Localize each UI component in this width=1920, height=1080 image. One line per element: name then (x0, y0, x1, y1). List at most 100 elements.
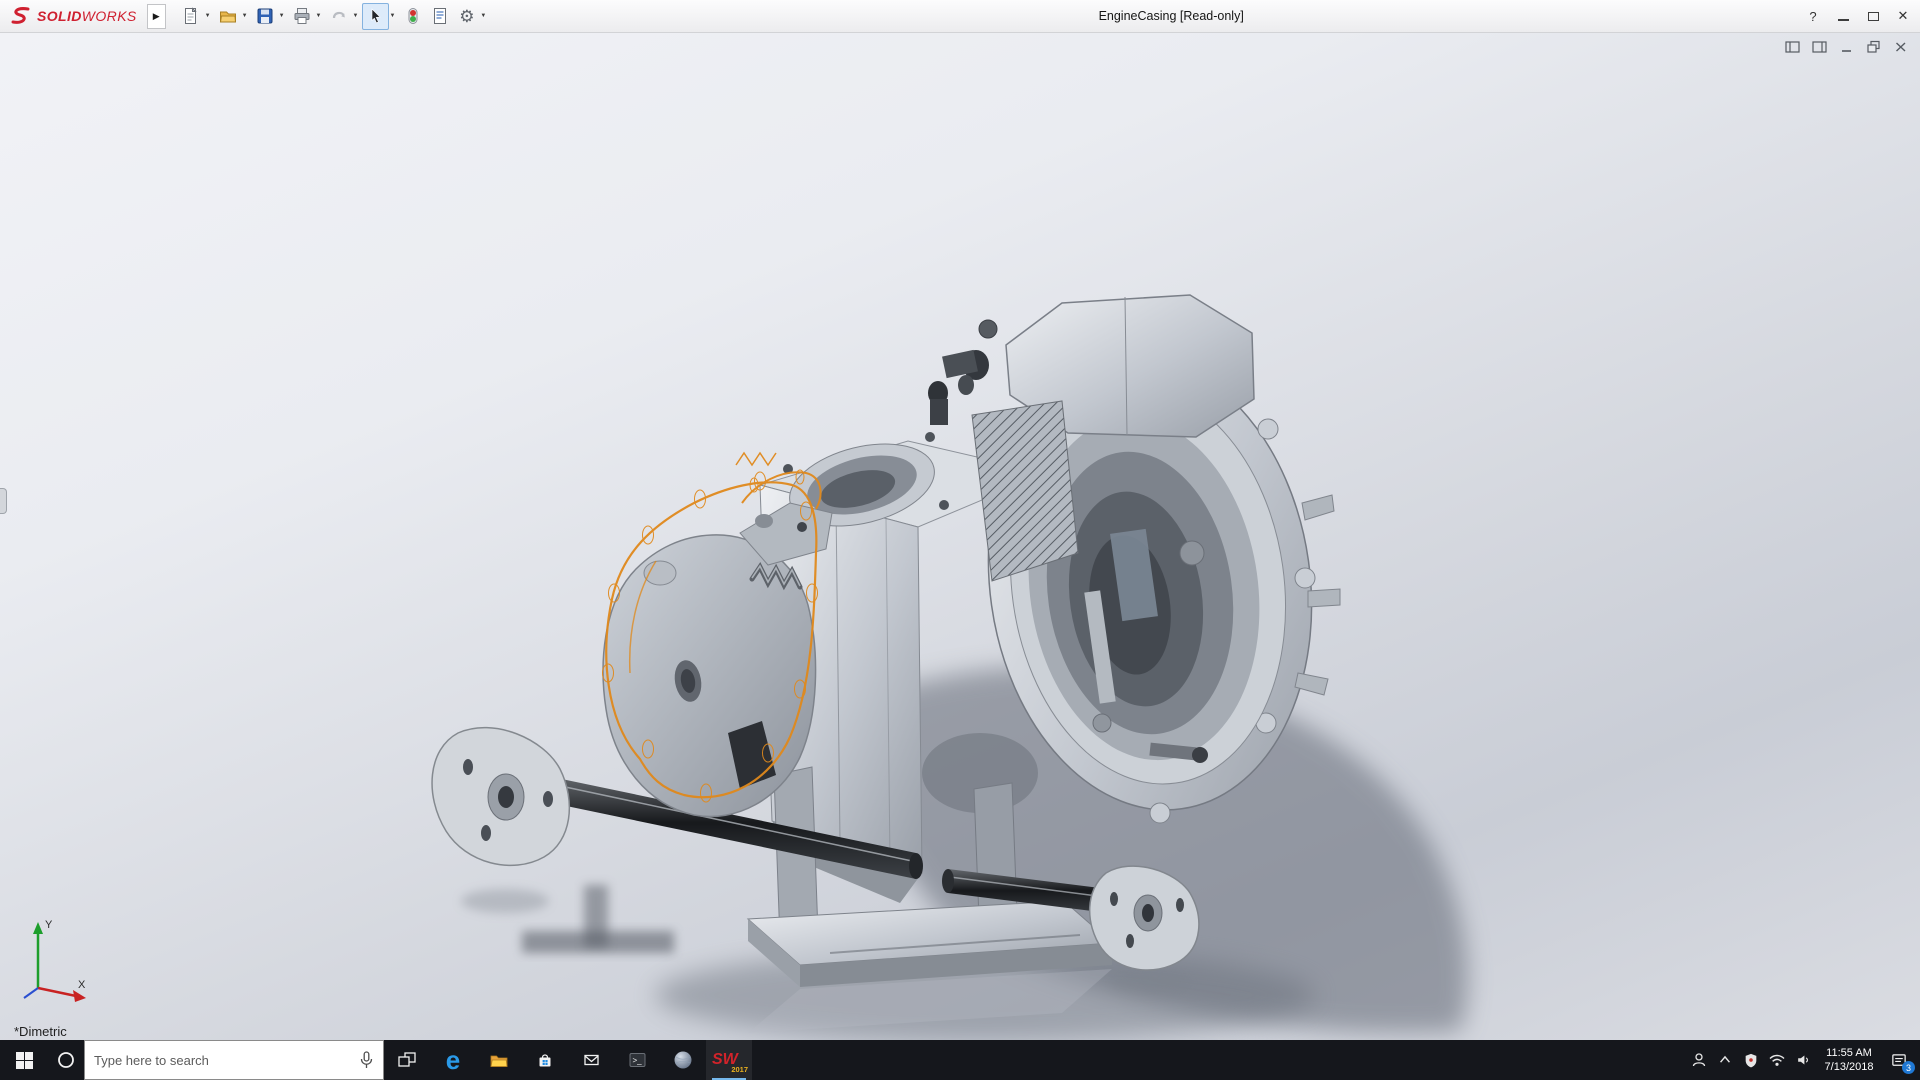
menu-flyout-button[interactable]: ▶ (146, 3, 166, 29)
y-axis-arrow (33, 922, 43, 934)
network-button[interactable] (1764, 1040, 1790, 1080)
cortana-button[interactable] (48, 1040, 84, 1080)
featuremanager-collapse-handle[interactable] (0, 488, 7, 514)
solidworks-app-button[interactable]: SW 2017 (706, 1040, 752, 1080)
windows-logo-icon (15, 1051, 33, 1069)
standard-toolbar: ▼ ▼ ▼ ▼ ▼ ▼ ⚙ ▼ (178, 2, 491, 30)
store-bag-icon (539, 1054, 551, 1067)
clock-time: 11:55 AM (1826, 1046, 1872, 1059)
chevron-up-icon (1720, 1055, 1730, 1063)
store-button[interactable] (522, 1040, 568, 1080)
shield-icon (1745, 1053, 1757, 1067)
view-orientation-label: *Dimetric (14, 1024, 67, 1039)
new-document-icon (185, 7, 197, 24)
cortana-ring-icon (58, 1052, 74, 1068)
orientation-triad: Y X (23, 919, 86, 1002)
document-title: EngineCasing [Read-only] (1098, 9, 1244, 23)
titlebar: SOLIDWORKS ▶ ▼ ▼ ▼ ▼ ▼ ▼ ⚙ ▼ EngineCasin… (0, 0, 1920, 33)
help-icon: ? (1809, 8, 1817, 24)
volume-icon (1797, 1055, 1808, 1065)
solidworks-logo: SOLIDWORKS (0, 6, 147, 26)
search-input[interactable] (94, 1052, 359, 1068)
gear-icon: ⚙ (459, 6, 475, 26)
taskbar-clock[interactable]: 11:55 AM 7/13/2018 (1816, 1040, 1882, 1080)
cad-sphere-button[interactable] (660, 1040, 706, 1080)
z-axis-arrow (23, 987, 39, 999)
mail-icon (583, 1054, 599, 1066)
people-icon (1692, 1053, 1706, 1067)
maximize-button[interactable] (1858, 3, 1888, 30)
file-explorer-button[interactable] (476, 1040, 522, 1080)
doc-close-icon[interactable] (1892, 39, 1910, 55)
y-axis-label: Y (45, 919, 53, 931)
doc-minimize-icon[interactable] (1838, 39, 1856, 55)
minimize-icon (1837, 19, 1849, 21)
system-tray: 11:55 AM 7/13/2018 3 (1686, 1040, 1920, 1080)
print-button[interactable] (289, 3, 316, 30)
command-prompt-button[interactable]: >_ (614, 1040, 660, 1080)
command-prompt-icon: >_ (629, 1053, 645, 1067)
security-button[interactable] (1738, 1040, 1764, 1080)
close-button[interactable]: ✕ (1888, 3, 1918, 30)
notification-badge: 3 (1902, 1061, 1915, 1074)
maximize-icon (1867, 11, 1879, 21)
close-icon: ✕ (1897, 8, 1909, 23)
file-explorer-icon (490, 1055, 508, 1067)
select-cursor-icon (371, 8, 381, 24)
window-controls: ? ✕ (1798, 0, 1918, 32)
action-center-button[interactable]: 3 (1882, 1040, 1916, 1080)
x-axis-arrow (73, 990, 86, 1002)
volume-button[interactable] (1790, 1040, 1816, 1080)
undo-button[interactable] (325, 3, 352, 30)
new-document-caret[interactable]: ▼ (205, 13, 211, 19)
save-icon (257, 8, 273, 24)
open-button[interactable] (215, 3, 242, 30)
edge-button[interactable]: e (430, 1040, 476, 1080)
mail-button[interactable] (568, 1040, 614, 1080)
open-folder-icon (220, 11, 237, 23)
rebuild-button[interactable] (399, 3, 426, 30)
people-button[interactable] (1686, 1040, 1712, 1080)
select-caret[interactable]: ▼ (389, 13, 395, 19)
edge-icon: e (445, 1045, 461, 1075)
sphere-app-icon (674, 1051, 692, 1069)
pane-toggle-icon-1[interactable] (1784, 39, 1802, 55)
solidworks-app-icon: SW 2017 (712, 1051, 748, 1074)
taskbar-search[interactable] (84, 1040, 384, 1080)
clock-date: 7/13/2018 (1824, 1061, 1874, 1073)
taskbar: e >_ (0, 1040, 1920, 1080)
brand-text: SOLIDWORKS (37, 8, 137, 24)
rebuild-traffic-light-icon (408, 8, 418, 24)
save-caret[interactable]: ▼ (279, 13, 285, 19)
undo-icon (332, 11, 345, 19)
file-properties-icon (433, 8, 446, 24)
solidworks-logo-mark (11, 7, 30, 24)
options-button[interactable]: ⚙ (453, 3, 480, 30)
print-caret[interactable]: ▼ (316, 13, 322, 19)
show-hidden-icons-button[interactable] (1712, 1040, 1738, 1080)
open-caret[interactable]: ▼ (242, 13, 248, 19)
graphics-area[interactable]: Y X *Dimetric (0, 33, 1920, 1040)
engine-casing-model[interactable] (0, 33, 1920, 1040)
x-axis-label: X (78, 979, 86, 991)
file-properties-button[interactable] (426, 3, 453, 30)
svg-text:>_: >_ (632, 1056, 642, 1065)
pane-toggle-icon-2[interactable] (1811, 39, 1829, 55)
options-caret[interactable]: ▼ (480, 13, 486, 19)
new-document-button[interactable] (178, 3, 205, 30)
wifi-icon (1769, 1054, 1785, 1066)
print-icon (294, 8, 310, 24)
undo-caret[interactable]: ▼ (352, 13, 358, 19)
left-flange[interactable] (431, 726, 571, 867)
start-button[interactable] (0, 1040, 48, 1080)
minimize-button[interactable] (1828, 3, 1858, 30)
task-view-icon (398, 1052, 416, 1067)
document-window-controls (1784, 39, 1910, 55)
save-button[interactable] (252, 3, 279, 30)
microphone-icon[interactable] (359, 1051, 374, 1069)
task-view-button[interactable] (384, 1040, 430, 1080)
help-button[interactable]: ? (1798, 3, 1828, 30)
select-tool-button[interactable] (362, 2, 390, 30)
doc-restore-icon[interactable] (1865, 39, 1883, 55)
flyout-arrow-icon: ▶ (152, 10, 160, 21)
